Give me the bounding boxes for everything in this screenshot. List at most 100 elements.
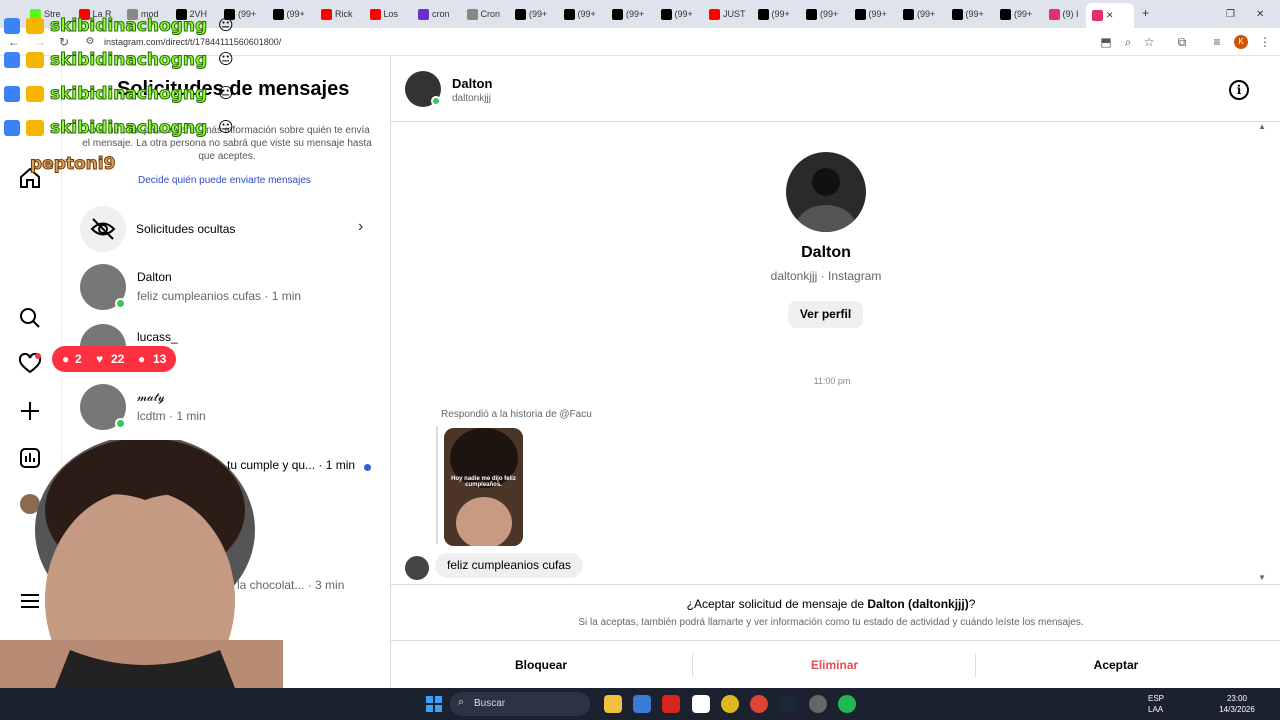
browser-tab[interactable]: (99+ [806,6,850,22]
forward-nav-icon[interactable]: → [32,34,48,50]
story-caption: Hoy nadie me dijo feliz cumpleaños. [451,476,516,488]
delete-button[interactable]: Eliminar [693,641,976,689]
active-browser-tab[interactable]: ✕ [1086,3,1134,28]
request-item[interactable]: Dalton feliz cumpleanios cufas · 1 min [62,264,390,324]
browser-tab[interactable]: cron [418,6,462,22]
conversation-name[interactable]: Dalton [452,76,492,91]
chat-message: 😐 [218,51,234,68]
app-icon[interactable] [809,695,827,713]
message-bubble[interactable]: feliz cumpleanios cufas [435,553,584,578]
scroll-down-icon[interactable]: ▼ [1258,573,1266,582]
url-text[interactable]: instagram.com/direct/t/17844111560601800… [104,37,281,47]
back-nav-icon[interactable]: ← [6,34,22,50]
browser-tab[interactable]: JUST [709,6,753,22]
tab-label: (99+ [626,9,645,19]
tab-favicon-icon [854,8,866,20]
tab-favicon-icon [272,8,284,20]
crown-icon [26,52,44,68]
profile-subtitle: daltonkjjj · Instagram [770,269,882,283]
browser-tab[interactable]: Rick [321,6,365,22]
taskbar-clock[interactable]: 23:00 14/3/2026 [1212,693,1262,715]
tab-label: (99+ [771,9,790,19]
browser-tab[interactable]: (99+ [612,6,656,22]
info-icon[interactable]: i [1229,80,1249,100]
tab-search-icon[interactable]: ≡ [1209,34,1225,50]
chat-badge-icon [4,86,20,102]
message-timestamp: 11:00 pm [813,376,851,386]
request-preview: feliz cumpleanios cufas · 1 min [137,289,302,303]
message-controls-link[interactable]: Decide quién puede enviarte mensajes [138,175,311,186]
taskbar-search-label: Buscar [474,698,506,709]
reload-icon[interactable]: ↻ [56,34,72,50]
browser-tab[interactable]: Cron [466,6,511,22]
language-indicator[interactable]: ESP LAA [1148,693,1164,715]
windows-start-icon[interactable] [425,695,443,713]
chat-username: peptoni9 [29,154,116,175]
steam-icon[interactable] [779,695,797,713]
block-button[interactable]: Bloquear [391,641,691,689]
file-explorer-icon[interactable] [604,695,622,713]
conversation-pane: Dalton daltonkjjj i Dalton daltonkjjj · … [391,56,1280,688]
browser-tab[interactable]: (99+ [757,6,802,22]
tab-favicon-icon [563,8,575,20]
zoom-icon[interactable]: ⌕ [1120,34,1136,50]
request-actions: Bloquear Eliminar Aceptar [391,640,1280,689]
extensions-icon[interactable]: ⧉ [1174,34,1190,50]
browser-tab[interactable]: (99+ [563,6,608,22]
app-icon[interactable] [633,695,651,713]
wps-office-icon[interactable] [662,695,680,713]
tab-close-icon[interactable]: ✕ [1106,10,1114,21]
new-tab-icon[interactable]: + [1142,5,1154,21]
browser-tab[interactable]: (99+ [1000,6,1044,22]
profile-avatar[interactable]: K [1234,35,1248,49]
tab-favicon-icon [1000,8,1011,20]
search-icon[interactable] [18,306,42,330]
tab-favicon-icon [321,8,332,20]
hidden-requests-row[interactable]: Solicitudes ocultas › [62,202,390,254]
tab-favicon-icon [369,8,381,20]
tab-label: JUST [723,9,746,19]
chrome-icon[interactable] [721,695,739,713]
browser-tab[interactable]: (99+ [515,6,559,22]
online-status-dot [115,298,126,309]
window-maximize-icon[interactable]: ❐ [1226,6,1238,22]
site-settings-icon[interactable]: ⚙ [82,34,98,50]
menu-kebab-icon[interactable]: ⋮ [1257,34,1273,50]
chat-message: 😐 [218,119,234,136]
browser-tab[interactable]: (99+ [660,6,705,22]
hidden-requests-label: Solicitudes ocultas [136,222,236,236]
chat-badge-icon [4,52,20,68]
comment-count: 2 [75,352,82,366]
create-plus-icon[interactable] [18,399,42,423]
bookmark-star-icon[interactable]: ☆ [1141,34,1157,50]
chat-badge-icon [4,18,20,34]
tab-label: (99+ [577,9,596,19]
chrome-active-icon[interactable] [750,695,768,713]
browser-tab[interactable]: (99+ [272,6,317,22]
scroll-up-icon[interactable]: ▲ [1258,122,1266,131]
browser-tab[interactable]: Los [369,6,414,22]
browser-tab[interactable]: (99+ [951,6,996,22]
chat-username: skibidinachogng [49,118,208,139]
chat-username: skibidinachogng [49,16,208,37]
notifications-heart-icon[interactable] [18,352,42,376]
spotify-icon[interactable] [838,695,856,713]
request-item[interactable]: 𝓂𝒶𝓉𝓎 lcdtm · 1 min [62,384,390,444]
crown-icon [26,18,44,34]
browser-tab[interactable]: (99+ [854,6,899,22]
accept-button[interactable]: Aceptar [976,641,1256,689]
store-icon[interactable] [692,695,710,713]
window-close-icon[interactable]: ✕ [1256,6,1268,22]
tab-label: (99+ [965,9,984,19]
windows-taskbar: ⌕ Buscar ESP LAA 23:00 14/3/2026 [0,688,1280,720]
story-reply-label: Respondió a la historia de @Facu [441,409,592,420]
browser-tab[interactable]: (99+ [903,6,947,22]
taskbar-search[interactable]: ⌕ Buscar [450,692,590,716]
install-icon[interactable]: ⬒ [1098,34,1114,50]
view-profile-button[interactable]: Ver perfil [788,301,863,328]
clock-time: 23:00 [1226,694,1248,703]
tab-label: (99+ [238,9,257,19]
chat-username: skibidinachogng [49,84,208,105]
notification-badge[interactable]: ● 2 ♥ 22 ● 13 [52,346,176,372]
story-thumbnail[interactable]: Hoy nadie me dijo feliz cumpleaños. [444,428,523,546]
